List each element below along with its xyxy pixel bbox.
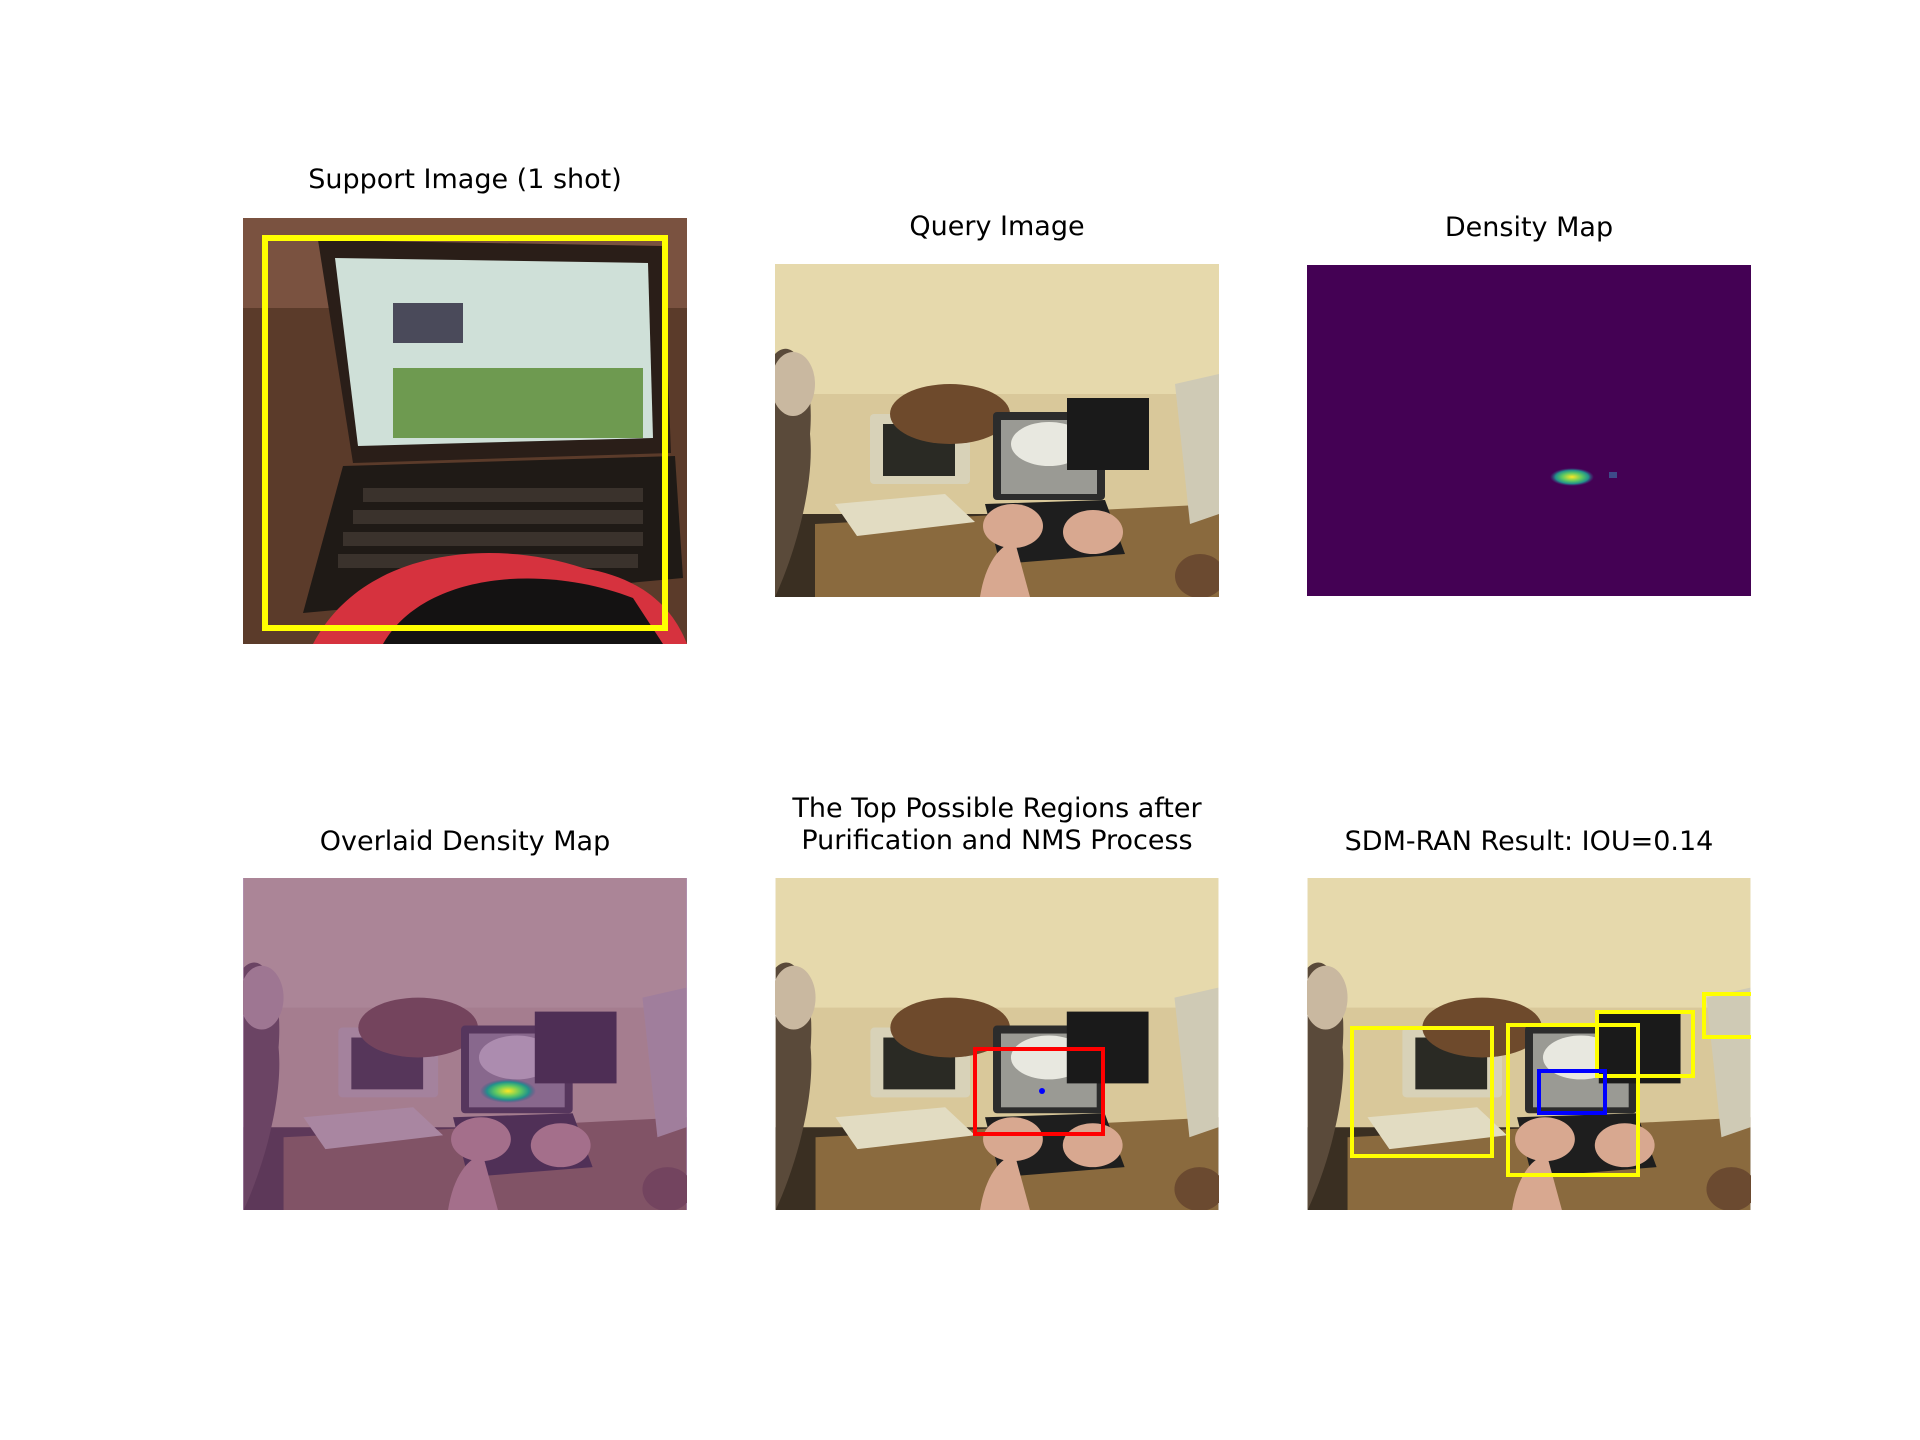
result-title: SDM-RAN Result: IOU=0.14 — [1344, 826, 1714, 857]
query-image-title: Query Image — [909, 211, 1085, 242]
region-center-dot — [1039, 1088, 1045, 1094]
overlay-density-map — [243, 878, 687, 1210]
result-image — [1307, 878, 1751, 1210]
regions-title-line2: Purification and NMS Process — [801, 825, 1193, 856]
overlay-density-title: Overlaid Density Map — [319, 826, 611, 857]
density-map-title: Density Map — [1444, 212, 1614, 243]
density-map — [1307, 265, 1751, 596]
query-image — [775, 264, 1219, 597]
density-blob — [1550, 468, 1594, 486]
regions-image — [775, 878, 1219, 1210]
density-dot — [1609, 472, 1617, 478]
regions-title-line1: The Top Possible Regions after — [792, 793, 1202, 824]
support-image-title: Support Image (1 shot) — [308, 164, 622, 195]
support-image — [243, 218, 687, 644]
